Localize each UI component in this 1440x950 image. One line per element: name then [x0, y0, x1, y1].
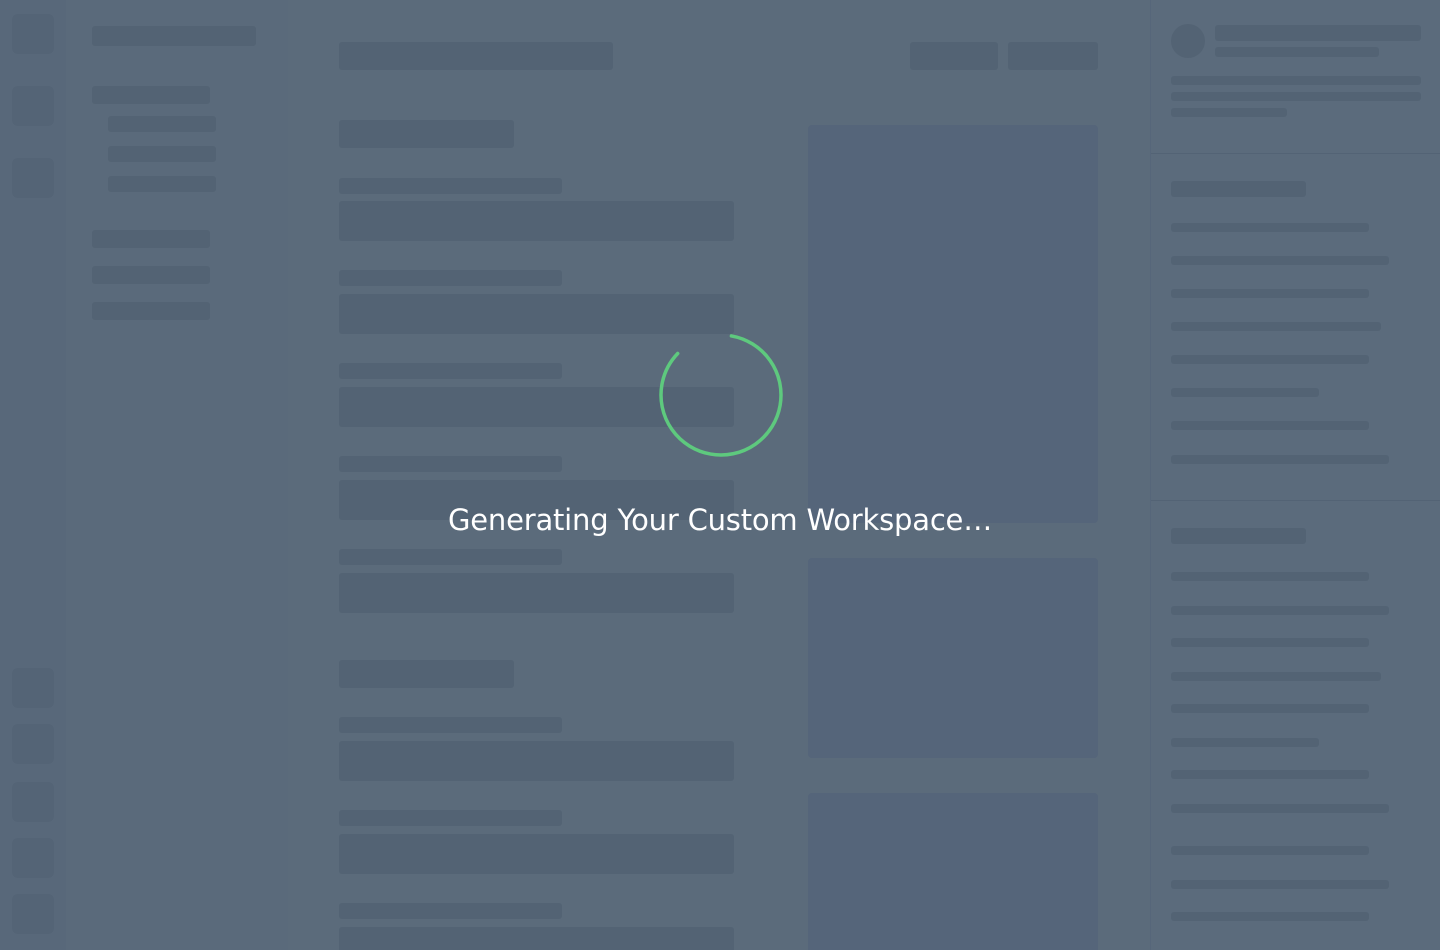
loading-spinner-icon: [659, 333, 783, 457]
workspace-skeleton: Generating Your Custom Workspace…: [0, 0, 1440, 950]
loading-message: Generating Your Custom Workspace…: [447, 503, 993, 537]
loading-overlay: Generating Your Custom Workspace…: [0, 0, 1440, 950]
